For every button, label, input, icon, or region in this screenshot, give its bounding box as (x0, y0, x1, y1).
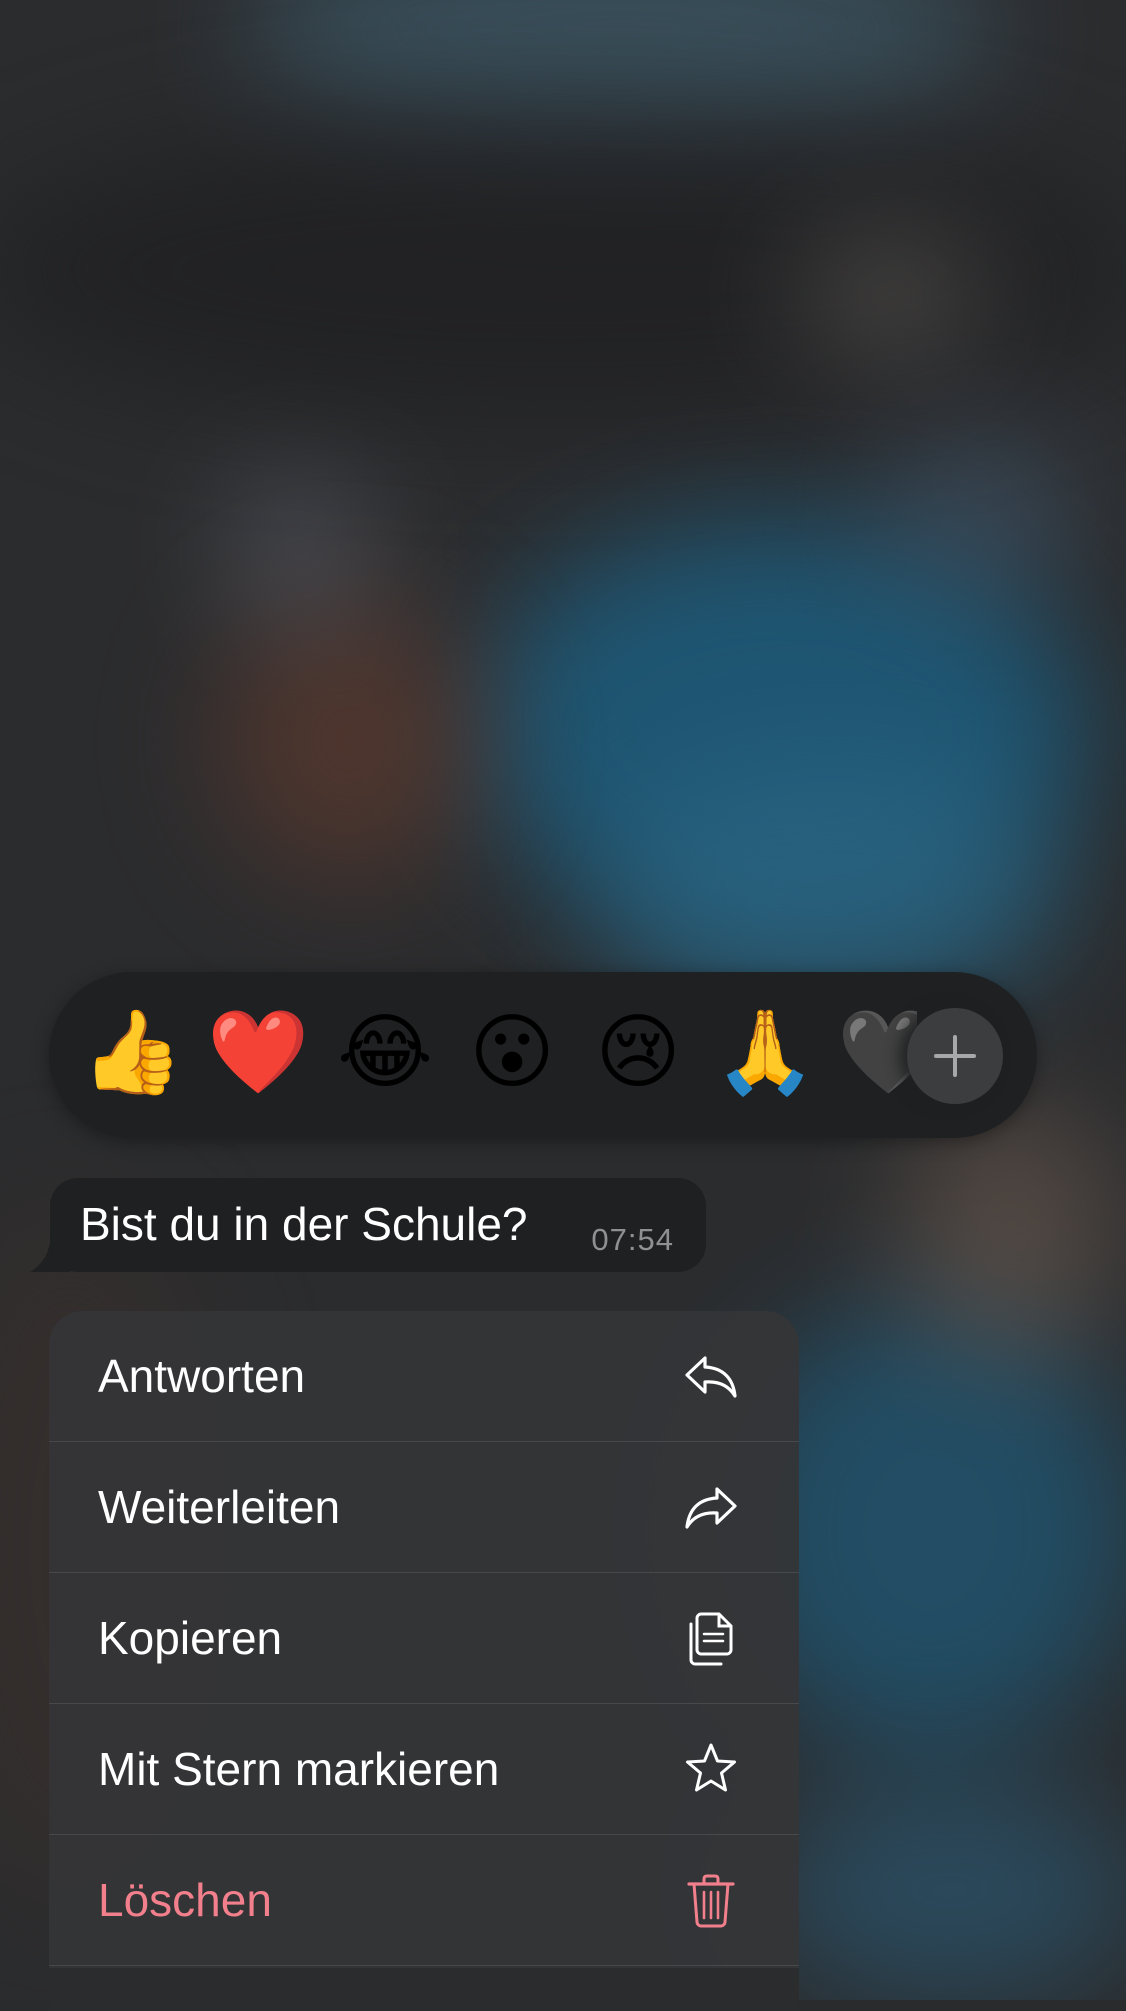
reaction-tears-of-joy-icon[interactable]: 😂 (330, 998, 440, 1108)
more-reactions-button[interactable] (907, 1008, 1003, 1104)
plus-icon (934, 1035, 976, 1077)
menu-item-label: Weiterleiten (98, 1481, 341, 1533)
message-timestamp: 07:54 (591, 1222, 674, 1257)
reaction-crying-face-icon[interactable]: 😢 (583, 998, 693, 1108)
reaction-black-heart-icon[interactable]: 🖤 (837, 998, 917, 1108)
reply-icon (685, 1356, 737, 1398)
reaction-folded-hands-icon[interactable]: 🙏 (710, 998, 820, 1108)
menu-item-label: Mit Stern markieren (98, 1743, 500, 1795)
menu-item-reply[interactable]: Antworten (49, 1311, 799, 1442)
reaction-thumbs-up-icon[interactable]: 👍 (77, 998, 187, 1108)
message-bubble[interactable]: Bist du in der Schule? 07:54 (50, 1178, 706, 1272)
menu-section-divider (49, 1968, 799, 2011)
menu-item-forward[interactable]: Weiterleiten (49, 1442, 799, 1573)
reaction-surprised-face-icon[interactable]: 😮 (457, 998, 567, 1108)
star-icon (686, 1743, 736, 1792)
menu-item-label: Kopieren (98, 1612, 283, 1664)
menu-item-star[interactable]: Mit Stern markieren (49, 1704, 799, 1835)
menu-item-label: Löschen (98, 1874, 272, 1926)
menu-item-label: Antworten (98, 1350, 306, 1402)
forward-icon (685, 1487, 737, 1529)
message-text: Bist du in der Schule? (80, 1198, 528, 1250)
menu-item-copy[interactable]: Kopieren (49, 1573, 799, 1704)
reaction-bar: 👍 ❤️ 😂 😮 😢 🙏 🖤 (49, 972, 1037, 1138)
message-context-menu: Antworten Weiterleiten Kopieren Mit Ster… (49, 1311, 799, 2011)
menu-item-delete[interactable]: Löschen (49, 1835, 799, 1966)
reaction-red-heart-icon[interactable]: ❤️ (203, 998, 313, 1108)
copy-icon (689, 1612, 733, 1666)
trash-icon (687, 1874, 735, 1928)
